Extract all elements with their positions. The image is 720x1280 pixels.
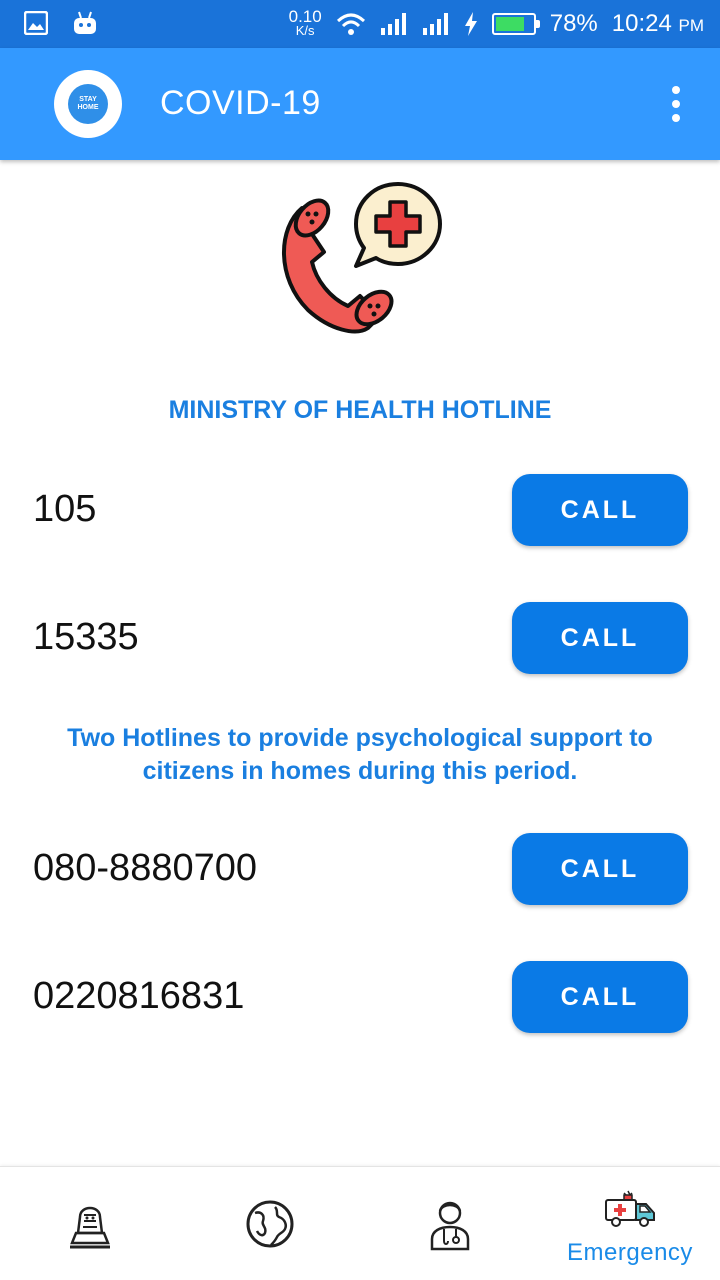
clock-time: 10:24: [611, 10, 672, 37]
stay-home-logo: STAY HOME: [68, 84, 108, 124]
battery-icon: [491, 13, 540, 35]
signal-icon: [380, 13, 406, 35]
app-title: COVID-19: [160, 84, 321, 122]
hotline-number: 105: [33, 488, 97, 530]
doctor-icon: [430, 1201, 470, 1251]
battery-percent: 78%: [549, 10, 598, 37]
hotline-row: 15335 CALL: [0, 602, 720, 674]
hotline-row: 105 CALL: [0, 474, 720, 546]
psych-support-title: Two Hotlines to provide psychological su…: [67, 724, 653, 785]
ministry-hotline-title: MINISTRY OF HEALTH HOTLINE: [168, 396, 552, 424]
gallery-notification-icon: [24, 11, 48, 35]
wifi-icon: [336, 13, 365, 35]
charging-icon: [464, 12, 477, 36]
status-bar: 0.10 K/s 78% 10:24 PM: [0, 0, 720, 48]
hotline-number: 15335: [33, 616, 139, 658]
overflow-menu-icon[interactable]: [666, 86, 686, 122]
sphinx-icon: [70, 1206, 110, 1249]
call-button[interactable]: CALL: [512, 961, 688, 1033]
globe-icon: [246, 1200, 294, 1248]
app-logo: STAY HOME: [54, 70, 122, 138]
signal-2-icon: [422, 13, 448, 35]
bottom-navigation: Emergency: [0, 1166, 720, 1280]
nav-item-world[interactable]: [180, 1167, 360, 1280]
hotline-row: 0220816831 CALL: [0, 961, 720, 1033]
nav-item-emergency[interactable]: Emergency: [540, 1167, 720, 1280]
ambulance-icon: [605, 1190, 655, 1227]
app-bar: STAY HOME COVID-19: [0, 48, 720, 160]
network-speed: 0.10 K/s: [289, 8, 322, 38]
hotline-number: 080-8880700: [33, 847, 257, 889]
call-button[interactable]: CALL: [512, 474, 688, 546]
nav-item-egypt[interactable]: [0, 1167, 180, 1280]
call-button[interactable]: CALL: [512, 833, 688, 905]
clock: 10:24 PM: [612, 10, 704, 38]
hotline-number: 0220816831: [33, 975, 245, 1017]
phone-medical-icon: [282, 182, 442, 334]
battery-fill: [495, 17, 524, 31]
network-speed-unit: K/s: [295, 23, 315, 38]
android-notification-icon: [74, 11, 96, 34]
nav-item-doctor[interactable]: [360, 1167, 540, 1280]
clock-suffix: PM: [678, 16, 705, 35]
nav-label-emergency: Emergency: [567, 1239, 693, 1266]
hotline-row: 080-8880700 CALL: [0, 833, 720, 905]
call-button[interactable]: CALL: [512, 602, 688, 674]
